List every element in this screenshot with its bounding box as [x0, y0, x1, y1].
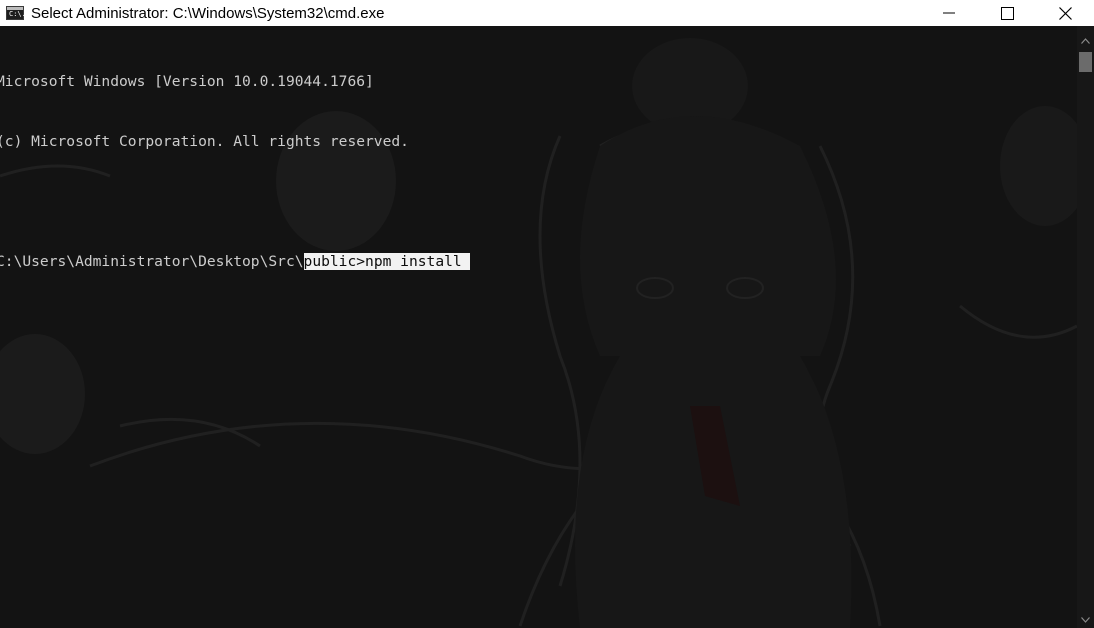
minimize-icon: [943, 12, 955, 14]
maximize-button[interactable]: [978, 0, 1036, 26]
window-title: Select Administrator: C:\Windows\System3…: [31, 4, 385, 22]
close-icon: [1058, 6, 1072, 20]
prompt-line[interactable]: C:\Users\Administrator\Desktop\Src\publi…: [0, 252, 471, 272]
cmd-app-icon[interactable]: C:\.: [6, 6, 26, 20]
prompt-path: C:\Users\Administrator\Desktop\Src\: [0, 253, 304, 270]
selected-text[interactable]: public>npm install: [303, 253, 471, 270]
minimize-button[interactable]: [920, 0, 978, 26]
cmd-window: C:\. Select Administrator: C:\Windows\Sy…: [0, 0, 1094, 628]
title-bar[interactable]: C:\. Select Administrator: C:\Windows\Sy…: [0, 0, 1094, 26]
chevron-down-icon: [1081, 616, 1090, 623]
console-line: Microsoft Windows [Version 10.0.19044.17…: [0, 73, 374, 90]
console-area[interactable]: Microsoft Windows [Version 10.0.19044.17…: [0, 26, 1077, 628]
scroll-up-button[interactable]: [1077, 32, 1094, 49]
console-output[interactable]: Microsoft Windows [Version 10.0.19044.17…: [0, 32, 471, 312]
scroll-down-button[interactable]: [1077, 611, 1094, 628]
maximize-icon: [1000, 6, 1014, 20]
vertical-scrollbar[interactable]: [1077, 26, 1094, 628]
app-icon-text: C:\.: [9, 10, 26, 18]
scroll-thumb[interactable]: [1079, 52, 1092, 72]
chevron-up-icon: [1081, 37, 1090, 44]
console-line: (c) Microsoft Corporation. All rights re…: [0, 133, 409, 150]
window-controls: [920, 0, 1094, 26]
close-button[interactable]: [1036, 0, 1094, 26]
